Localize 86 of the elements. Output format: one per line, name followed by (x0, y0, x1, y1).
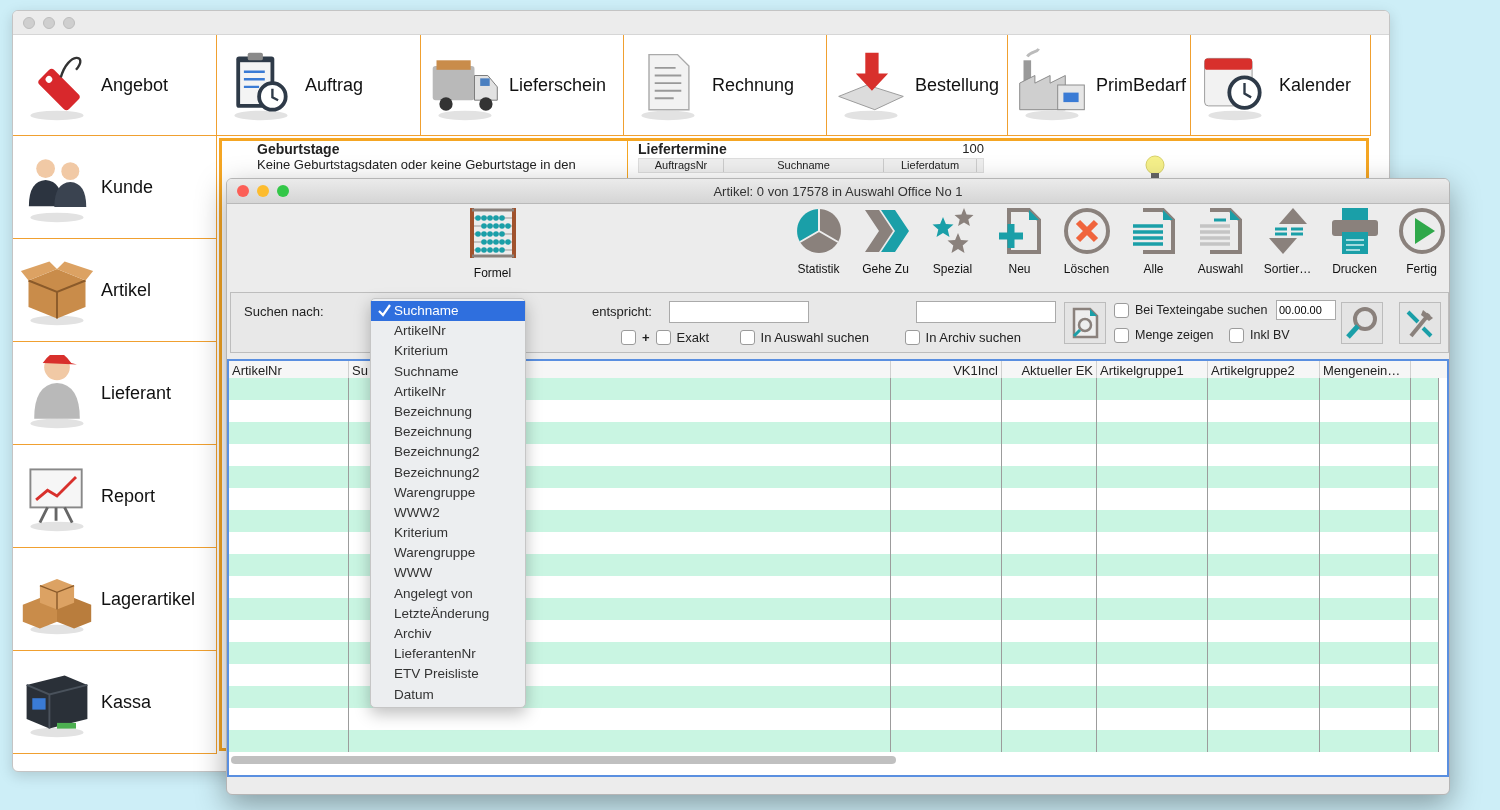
nav-tile[interactable]: Auftrag (217, 35, 421, 136)
delete-icon (1061, 206, 1112, 256)
menu-item[interactable]: ETV Preisliste (371, 664, 525, 685)
menu-item[interactable]: Archiv (371, 624, 525, 645)
menu-item[interactable]: ArtikelNr (371, 381, 525, 402)
checkbox-label: In Archiv suchen (925, 328, 1021, 347)
menu-item[interactable]: Suchname (371, 301, 525, 322)
toolbar-button[interactable]: Spezial (919, 204, 986, 286)
nav-tile[interactable]: Lagerartikel (13, 548, 217, 651)
toolbar-button[interactable]: Neu (986, 204, 1053, 286)
nav-tile[interactable]: Kassa (13, 651, 217, 754)
nav-tile[interactable]: Report (13, 445, 217, 548)
checkbox-label: Menge zeigen (1135, 327, 1214, 345)
menu-item[interactable]: Bezeichnung2 (371, 462, 525, 483)
text-field[interactable] (669, 300, 809, 323)
column-header: Lieferdatum (884, 159, 977, 172)
nav-tile[interactable]: Angebot (13, 35, 217, 136)
checkbox-label: + (642, 328, 650, 347)
date-field[interactable]: 00.00.00 (1276, 300, 1336, 321)
menu-item[interactable]: Bezeichnung (371, 422, 525, 443)
toolbar-button[interactable]: Drucken (1321, 204, 1388, 286)
scrollbar[interactable] (231, 756, 896, 764)
checkbox[interactable] (1114, 328, 1129, 343)
field-label: entspricht: (592, 302, 653, 321)
check-icon (377, 304, 391, 318)
field-label: Suchen nach: (244, 302, 324, 321)
checkbox-label: In Auswahl suchen (760, 328, 869, 347)
menu-item[interactable]: Kriterium (371, 341, 525, 362)
toolbar-button[interactable]: Löschen (1053, 204, 1120, 286)
menu-item[interactable]: Bezeichnung (371, 401, 525, 423)
window-button[interactable] (43, 16, 55, 29)
menu-item[interactable]: Datum (371, 684, 525, 705)
menu-item[interactable]: LetzteÄnderung (371, 603, 525, 624)
document-search-button[interactable] (1064, 301, 1106, 344)
nav-tile[interactable]: Kalender (1191, 35, 1371, 136)
count-label: 100 (962, 141, 984, 157)
checkbox[interactable] (655, 330, 671, 345)
section-title: Geburtstage (257, 141, 341, 157)
nav-tile[interactable]: PrimBedarf (1008, 35, 1191, 136)
checkbox[interactable] (739, 330, 755, 345)
window-button[interactable] (63, 16, 75, 29)
menu-item[interactable]: WWW (371, 563, 525, 584)
menu-item[interactable]: Kriterium (371, 523, 525, 544)
checkbox-label: Exakt (676, 328, 710, 347)
toolbar-button[interactable]: Statistik (785, 204, 852, 286)
zoom-button[interactable] (277, 185, 289, 197)
printer-icon (1329, 206, 1380, 256)
table-row[interactable] (229, 730, 1439, 752)
menu-item[interactable]: ArtikelNr (371, 321, 525, 342)
window-button[interactable] (23, 16, 35, 29)
checkbox-label: Bei Texteingabe suchen (1135, 301, 1268, 319)
menu-item[interactable]: Bezeichnung2 (371, 442, 525, 463)
close-button[interactable] (237, 185, 249, 197)
toolbar-button[interactable]: Fertig (1388, 204, 1449, 286)
text-field[interactable] (916, 300, 1056, 323)
toolbar-button[interactable]: Auswahl (1187, 204, 1254, 286)
checkbox[interactable] (1114, 302, 1129, 318)
play-icon (1396, 206, 1447, 256)
window-title: Artikel: 0 von 17578 in Auswahl Office No 1 (713, 184, 963, 199)
column-header: AuftragsNr (639, 159, 724, 172)
nav-tile[interactable]: Lieferschein (421, 35, 624, 136)
checkbox[interactable] (1229, 328, 1244, 343)
nav-tile[interactable]: Kunde (13, 136, 217, 239)
tools-button[interactable] (1399, 301, 1441, 344)
checkbox[interactable] (904, 330, 920, 345)
minimize-button[interactable] (257, 185, 269, 197)
section-title: Liefertermine (638, 141, 727, 157)
column-header: Suchname (724, 159, 884, 172)
menu-item[interactable]: Warengruppe (371, 543, 525, 564)
nav-tile[interactable]: Artikel (13, 239, 217, 342)
toolbar-button[interactable]: Gehe Zu (852, 204, 919, 286)
checkbox[interactable] (621, 330, 636, 345)
menu-item[interactable]: LieferantenNr (371, 644, 525, 665)
toolbar-button[interactable]: Sortier… (1254, 204, 1321, 286)
toolbar-button[interactable]: Formel (459, 204, 526, 286)
menu-item[interactable]: Angelegt von (371, 583, 525, 604)
menu-item[interactable]: WWW2 (371, 502, 525, 524)
toolbar-button[interactable]: Alle (1120, 204, 1187, 286)
menu-item[interactable]: Warengruppe (371, 482, 525, 503)
nav-tile[interactable]: Bestellung (827, 35, 1008, 136)
nav-tile[interactable]: Rechnung (624, 35, 827, 136)
nav-tile[interactable]: Lieferant (13, 342, 217, 445)
info-text: Keine Geburtstagsdaten oder keine Geburtstage in den (257, 157, 577, 173)
search-button[interactable] (1341, 301, 1383, 344)
search-icon (1345, 305, 1379, 340)
checkbox-label: Inkl BV (1250, 327, 1290, 345)
